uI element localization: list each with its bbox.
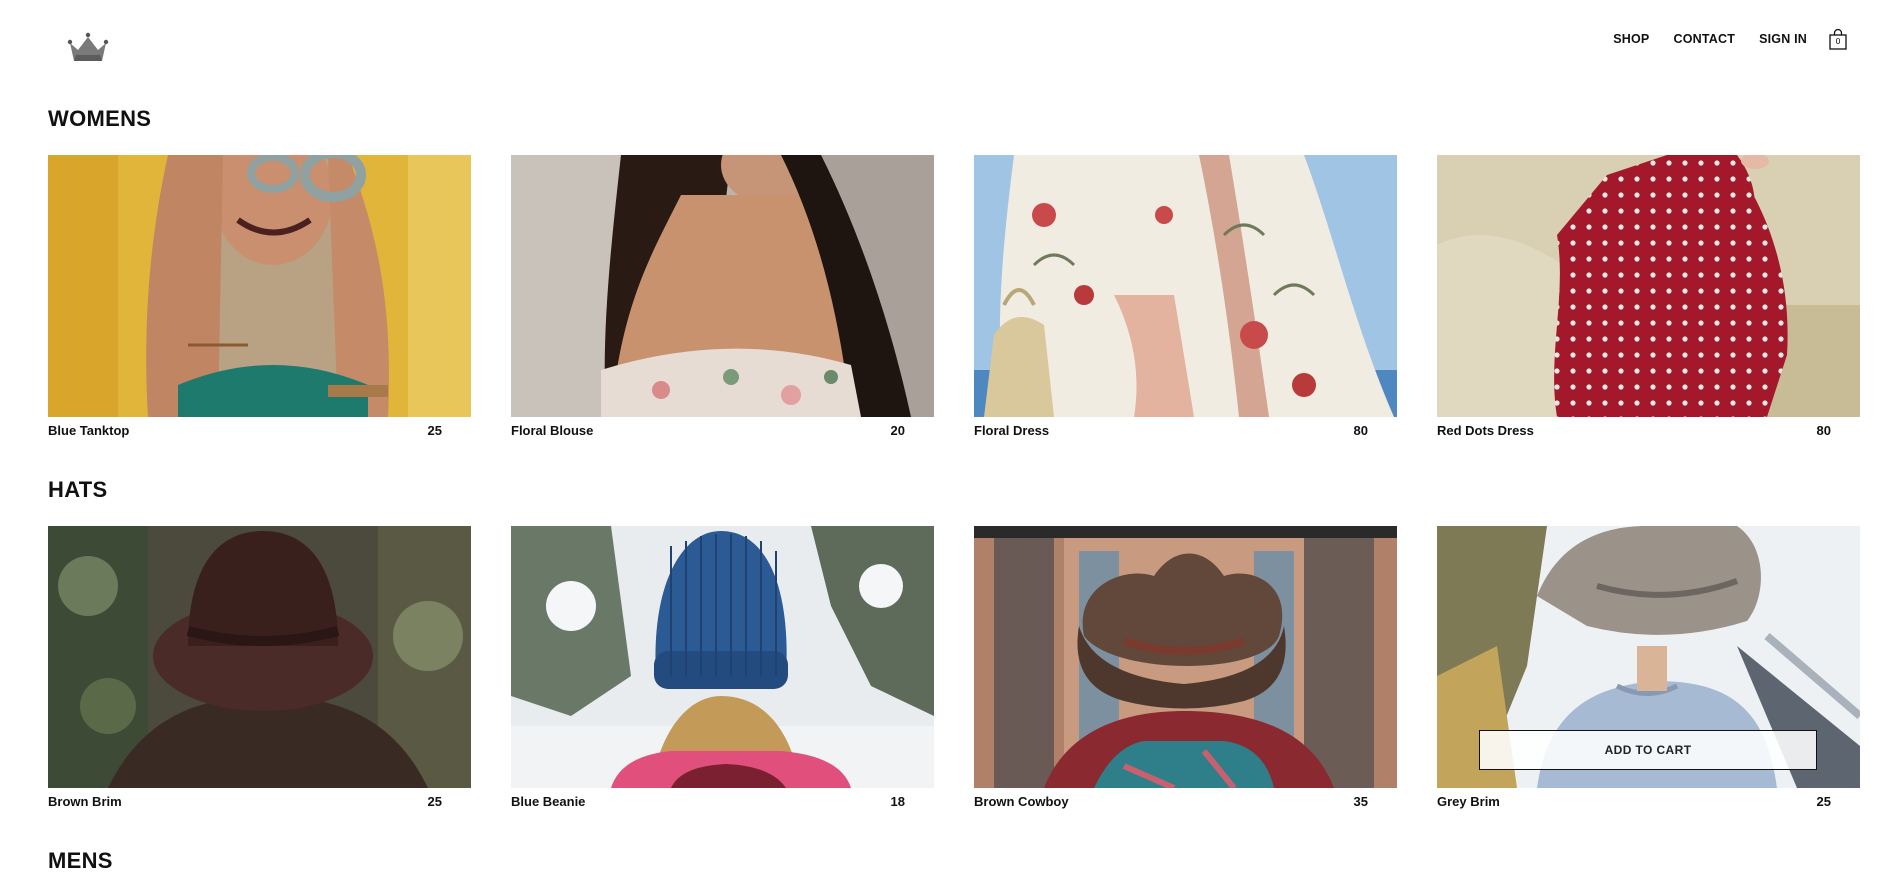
product-name: Red Dots Dress xyxy=(1437,423,1534,438)
product-image[interactable] xyxy=(1437,155,1860,417)
product-image[interactable] xyxy=(48,155,471,417)
section-title-hats[interactable]: HATS xyxy=(48,477,107,503)
cart-count: 0 xyxy=(1835,37,1841,46)
product-name: Grey Brim xyxy=(1437,794,1500,809)
product-card[interactable]: Floral Dress 80 xyxy=(974,155,1397,438)
product-image[interactable] xyxy=(511,155,934,417)
main-nav: SHOP CONTACT SIGN IN 0 xyxy=(1589,28,1847,50)
product-meta: Brown Brim 25 xyxy=(48,794,471,814)
product-name: Floral Blouse xyxy=(511,423,594,438)
product-price: 18 xyxy=(890,794,905,809)
product-meta: Blue Beanie 18 xyxy=(511,794,934,814)
product-name: Blue Beanie xyxy=(511,794,586,809)
product-price: 25 xyxy=(427,423,442,438)
nav-contact[interactable]: CONTACT xyxy=(1673,32,1735,46)
product-card[interactable]: Red Dots Dress 80 xyxy=(1437,155,1860,438)
product-name: Brown Brim xyxy=(48,794,122,809)
product-image[interactable] xyxy=(974,155,1397,417)
product-card[interactable]: Brown Brim 25 xyxy=(48,526,471,809)
product-price: 25 xyxy=(1816,794,1831,809)
product-card[interactable]: Blue Beanie 18 xyxy=(511,526,934,809)
product-price: 35 xyxy=(1353,794,1368,809)
product-meta: Red Dots Dress 80 xyxy=(1437,423,1860,443)
product-meta: Floral Dress 80 xyxy=(974,423,1397,443)
product-card[interactable]: ADD TO CART Grey Brim 25 xyxy=(1437,526,1860,809)
product-price: 80 xyxy=(1816,423,1831,438)
product-meta: Grey Brim 25 xyxy=(1437,794,1860,814)
product-meta: Brown Cowboy 35 xyxy=(974,794,1397,814)
product-price: 80 xyxy=(1353,423,1368,438)
product-card[interactable]: Floral Blouse 20 xyxy=(511,155,934,438)
nav-shop[interactable]: SHOP xyxy=(1613,32,1649,46)
product-name: Blue Tanktop xyxy=(48,423,130,438)
product-price: 25 xyxy=(427,794,442,809)
add-to-cart-button[interactable]: ADD TO CART xyxy=(1479,730,1817,770)
product-card[interactable]: Blue Tanktop 25 xyxy=(48,155,471,438)
product-name: Brown Cowboy xyxy=(974,794,1069,809)
section-title-mens[interactable]: MENS xyxy=(48,848,113,874)
product-card[interactable]: Brown Cowboy 35 xyxy=(974,526,1397,809)
hats-grid: Brown Brim 25 Blue Beanie 18 Brown Cowbo… xyxy=(48,526,1860,809)
product-meta: Blue Tanktop 25 xyxy=(48,423,471,443)
product-image[interactable] xyxy=(974,526,1397,788)
section-title-womens[interactable]: WOMENS xyxy=(48,106,151,132)
crown-logo-icon[interactable] xyxy=(66,31,110,65)
product-image[interactable] xyxy=(511,526,934,788)
product-price: 20 xyxy=(890,423,905,438)
shopping-bag-icon[interactable]: 0 xyxy=(1829,28,1847,50)
site-header: SHOP CONTACT SIGN IN 0 xyxy=(0,0,1887,90)
product-image[interactable] xyxy=(48,526,471,788)
product-name: Floral Dress xyxy=(974,423,1050,438)
womens-grid: Blue Tanktop 25 Floral Blouse 20 Floral … xyxy=(48,155,1860,438)
product-meta: Floral Blouse 20 xyxy=(511,423,934,443)
nav-sign-in[interactable]: SIGN IN xyxy=(1759,32,1807,46)
